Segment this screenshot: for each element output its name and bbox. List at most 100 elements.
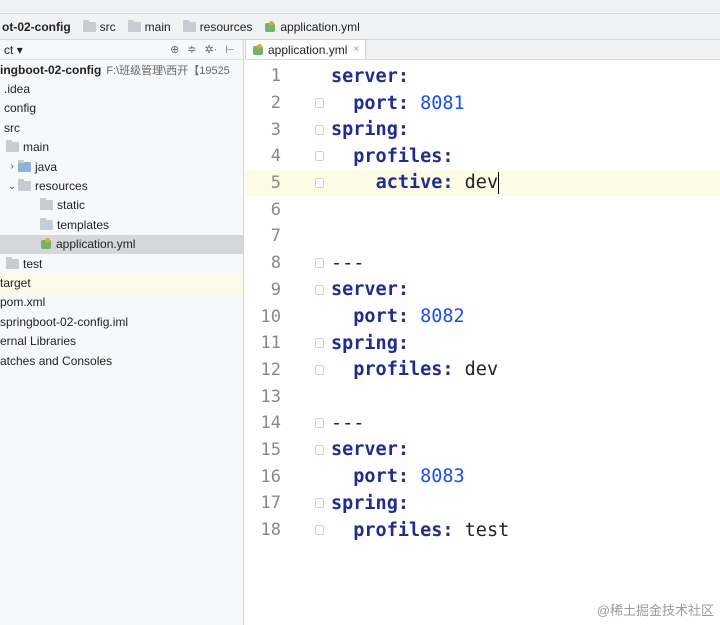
tree-item[interactable]: .idea	[0, 79, 243, 98]
breadcrumb-item-resources[interactable]: resources	[179, 14, 261, 40]
tree-item[interactable]: config	[0, 99, 243, 118]
text-caret	[498, 172, 500, 195]
module-path: F:\班级管理\西开【19525	[106, 64, 230, 77]
gear-icon[interactable]: ✲·	[205, 43, 218, 56]
tree-item-label: resources	[35, 179, 88, 194]
fold-marker-icon[interactable]	[315, 258, 324, 269]
code-line[interactable]: 14 ---	[245, 410, 720, 437]
settings-icon[interactable]: ⊕	[170, 43, 179, 56]
breadcrumb-label: resources	[199, 19, 253, 34]
yaml-key: profiles:	[353, 519, 465, 541]
collapse-icon[interactable]: ≑	[187, 43, 196, 56]
tab-application-yml[interactable]: application.yml ×	[245, 39, 367, 59]
code-text: server:	[331, 439, 409, 460]
tree-item[interactable]: test	[0, 254, 243, 273]
yaml-key: server:	[331, 279, 409, 301]
tree-item[interactable]: ⌄ resources	[0, 176, 243, 195]
code-line[interactable]: 17 spring:	[245, 490, 720, 517]
tree-item[interactable]: › java	[0, 157, 243, 176]
fold-marker-icon[interactable]	[315, 418, 324, 429]
tree-item-label: templates	[57, 217, 110, 232]
tree-item[interactable]: springboot-02-config.iml	[0, 312, 243, 331]
line-number: 14	[260, 413, 281, 434]
tree-item-label: src	[4, 120, 20, 135]
tree-item-label: test	[23, 256, 43, 271]
breadcrumb-item-file[interactable]: application.yml	[260, 14, 367, 40]
chevron-right-icon[interactable]: ›	[6, 161, 18, 172]
chevron-down-icon: ▾	[16, 42, 23, 57]
yaml-key: profiles:	[353, 145, 454, 167]
fold-marker-icon[interactable]	[315, 444, 324, 455]
yml-file-icon	[264, 20, 276, 33]
breadcrumb-project[interactable]: ot-02-config	[0, 14, 79, 40]
tree-item[interactable]: templates	[0, 215, 243, 234]
code-line[interactable]: 8 ---	[245, 250, 720, 277]
tree-item[interactable]: application.yml	[0, 234, 243, 254]
code-line[interactable]: 7	[245, 223, 720, 250]
chevron-down-icon[interactable]: ⌄	[6, 181, 18, 192]
folder-icon	[6, 256, 19, 269]
line-number: 1	[270, 66, 281, 87]
fold-marker-icon[interactable]	[315, 498, 324, 509]
fold-marker-icon[interactable]	[315, 98, 324, 109]
breadcrumb-item-main[interactable]: main	[124, 14, 179, 40]
code-line[interactable]: 11 spring:	[245, 330, 720, 357]
folder-icon	[6, 140, 19, 153]
tree-item[interactable]: ernal Libraries	[0, 331, 243, 350]
code-line[interactable]: 2 port: 8081	[245, 90, 720, 117]
code-line[interactable]: 5 active: dev	[245, 169, 720, 197]
fold-marker-icon[interactable]	[315, 151, 324, 162]
tree-item-label: static	[57, 198, 86, 213]
yaml-key: spring:	[331, 119, 409, 141]
yaml-key: active:	[375, 172, 465, 194]
yml-file-icon	[40, 238, 52, 250]
project-panel-toolbar: ct ▾ ⊕ ≑ ✲· ⊢	[0, 40, 243, 60]
fold-marker-icon[interactable]	[315, 178, 324, 189]
project-tree: ingboot-02-config F:\班级管理\西开【19525 .idea co…	[0, 60, 243, 370]
code-line[interactable]: 13	[245, 383, 720, 410]
tree-item[interactable]: target	[0, 273, 243, 293]
breadcrumb-label: main	[144, 19, 171, 34]
code-text: profiles:	[331, 145, 454, 167]
tree-item[interactable]: ingboot-02-config F:\班级管理\西开【19525	[0, 60, 243, 79]
folder-icon	[40, 217, 53, 230]
fold-marker-icon[interactable]	[315, 338, 324, 349]
yaml-value: dev	[464, 359, 499, 381]
fold-marker-icon[interactable]	[315, 364, 324, 375]
line-number: 4	[270, 146, 281, 167]
yaml-value: test	[464, 519, 510, 541]
tree-item[interactable]: pom.xml	[0, 293, 243, 312]
yaml-key: port:	[353, 466, 421, 488]
code-line[interactable]: 15 server:	[245, 437, 720, 464]
code-text: active: dev	[331, 172, 500, 195]
line-number: 11	[260, 333, 281, 354]
close-icon[interactable]: ×	[353, 44, 359, 55]
tree-item-label: java	[35, 159, 58, 174]
code-line[interactable]: 9 server:	[245, 277, 720, 304]
code-line[interactable]: 16 port: 8083	[245, 463, 720, 490]
tree-item[interactable]: static	[0, 196, 243, 215]
hide-icon[interactable]: ⊢	[225, 43, 235, 56]
code-area[interactable]: 1 server: 2 port: 8081 3 spring: 4 profiles: 5…	[245, 60, 720, 543]
fold-marker-icon[interactable]	[315, 525, 324, 536]
code-line[interactable]: 4 profiles:	[245, 143, 720, 170]
window-title-bar	[0, 0, 720, 14]
code-text: port: 8082	[331, 306, 464, 327]
project-view-selector[interactable]: ct ▾	[4, 43, 170, 57]
breadcrumb-project-label: ot-02-config	[2, 19, 71, 34]
code-line[interactable]: 6	[245, 196, 720, 223]
breadcrumb-item-src[interactable]: src	[79, 14, 124, 40]
project-panel: ct ▾ ⊕ ≑ ✲· ⊢ ingboot-02-config F:\班级管理\西…	[0, 40, 244, 625]
fold-marker-icon[interactable]	[315, 124, 324, 135]
yaml-key: server:	[331, 439, 409, 461]
tree-item[interactable]: atches and Consoles	[0, 351, 243, 370]
code-line[interactable]: 18 profiles: test	[245, 517, 720, 544]
code-line[interactable]: 1 server:	[245, 63, 720, 90]
code-line[interactable]: 12 profiles: dev	[245, 357, 720, 384]
tree-item[interactable]: main	[0, 138, 243, 157]
line-number: 10	[260, 306, 281, 327]
code-line[interactable]: 10 port: 8082	[245, 303, 720, 330]
tree-item[interactable]: src	[0, 118, 243, 137]
fold-marker-icon[interactable]	[315, 284, 324, 295]
code-line[interactable]: 3 spring:	[245, 116, 720, 143]
